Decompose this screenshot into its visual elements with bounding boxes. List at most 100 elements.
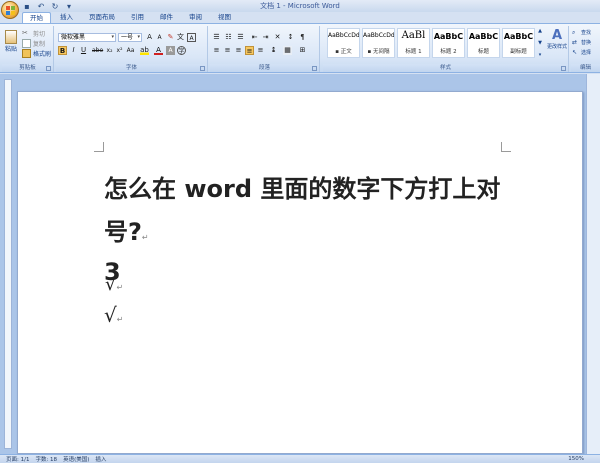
font-size-value: 一号 xyxy=(121,34,134,41)
style-subtitle[interactable]: AaBbC 副标题 xyxy=(502,28,535,58)
tab-review[interactable]: 审阅 xyxy=(182,12,209,23)
vertical-scrollbar[interactable] xyxy=(586,74,600,454)
copy-label: 复制 xyxy=(33,41,46,48)
decrease-indent-icon[interactable]: ⇤ xyxy=(250,33,259,42)
paragraph-launcher[interactable] xyxy=(312,66,317,71)
font-launcher[interactable] xyxy=(200,66,205,71)
doc-text: √ xyxy=(104,303,117,327)
undo-icon[interactable]: ↶ xyxy=(36,2,46,11)
styles-scroll[interactable]: ▲ ▼ ▾ xyxy=(536,28,544,58)
tab-mailings[interactable]: 邮件 xyxy=(153,12,180,23)
style-sample: AaBbC xyxy=(468,32,499,41)
tab-home[interactable]: 开始 xyxy=(22,12,51,23)
quick-access-toolbar: ▪ ↶ ↻ ▾ xyxy=(22,1,74,11)
tab-references[interactable]: 引用 xyxy=(124,12,151,23)
style-sample: AaBbCcDd xyxy=(363,32,394,39)
status-zoom[interactable]: 150% xyxy=(568,456,584,462)
find-label: 查找 xyxy=(581,30,592,36)
paragraph-mark-icon: ↵ xyxy=(116,315,124,324)
office-button[interactable] xyxy=(1,1,19,19)
shading-icon[interactable]: ▦ xyxy=(283,46,292,55)
style-sample: AaBl xyxy=(401,30,426,41)
numbering-icon[interactable]: ☷ xyxy=(224,33,233,42)
status-mode[interactable]: 插入 xyxy=(95,455,106,463)
font-size-select[interactable]: 一号 ▾ xyxy=(118,33,142,42)
clipboard-launcher[interactable] xyxy=(46,66,51,71)
subscript-icon[interactable]: x₂ xyxy=(105,46,114,55)
status-page[interactable]: 页面: 1/1 xyxy=(6,455,29,463)
document-page[interactable]: 怎么在 word 里面的数字下方打上对 号?↵ 3 √↵ √↵ xyxy=(17,91,583,454)
style-title[interactable]: AaBbC 标题 xyxy=(467,28,500,58)
doc-text: 怎么在 word 里面的数字下方打上对 xyxy=(104,175,501,203)
style-heading-2[interactable]: AaBbC 标题 2 xyxy=(432,28,465,58)
status-words[interactable]: 字数: 18 xyxy=(35,455,57,463)
highlight-icon[interactable]: ab xyxy=(140,46,149,55)
find-button[interactable]: ⌕ 查找 xyxy=(572,29,591,36)
increase-indent-icon[interactable]: ⇥ xyxy=(261,33,270,42)
find-icon: ⌕ xyxy=(572,29,576,36)
align-left-icon[interactable]: ≡ xyxy=(212,46,221,55)
bold-icon[interactable]: B xyxy=(58,46,67,55)
tab-insert[interactable]: 插入 xyxy=(53,12,80,23)
format-painter-button[interactable]: 格式刷 xyxy=(22,49,51,58)
paragraph-mark-icon: ↵ xyxy=(141,233,149,242)
chevron-down-icon: ▾ xyxy=(111,34,114,40)
style-caption: 标题 1 xyxy=(405,49,422,55)
chinese-layout-icon[interactable]: ✕ xyxy=(273,33,282,42)
font-name-select[interactable]: 微软雅黑 ▾ xyxy=(58,33,116,42)
paragraph-group-label: 段落 xyxy=(210,64,319,72)
status-language[interactable]: 英语(美国) xyxy=(63,455,89,463)
font-color-icon[interactable]: A xyxy=(154,46,163,55)
line-spacing-icon[interactable]: ↨ xyxy=(269,46,278,55)
align-center-icon[interactable]: ≡ xyxy=(223,46,232,55)
doc-check-below-3[interactable]: √↵ xyxy=(105,274,123,295)
shrink-font-icon[interactable]: A xyxy=(155,33,164,42)
bullets-icon[interactable]: ☰ xyxy=(212,33,221,42)
italic-icon[interactable]: I xyxy=(69,46,78,55)
doc-line-2[interactable]: 号?↵ xyxy=(104,212,149,247)
change-case-icon[interactable]: Aa xyxy=(126,46,135,55)
style-heading-1[interactable]: AaBl 标题 1 xyxy=(397,28,430,58)
multilevel-list-icon[interactable]: ☰ xyxy=(236,33,245,42)
cut-label: 剪切 xyxy=(33,31,46,38)
character-border-icon[interactable]: A xyxy=(187,33,196,42)
doc-check-line[interactable]: √↵ xyxy=(104,303,123,327)
grow-font-icon[interactable]: A xyxy=(145,33,154,42)
enclose-characters-icon[interactable]: 字 xyxy=(177,46,186,55)
superscript-icon[interactable]: x² xyxy=(115,46,124,55)
sort-icon[interactable]: ↕ xyxy=(286,33,295,42)
paragraph-group: ☰ ☷ ☰ ⇤ ⇥ ✕ ↕ ¶ ≡ ≡ ≡ ≡ ≡ ↨ ▦ ⊞ 段落 xyxy=(210,26,320,72)
change-styles-button[interactable]: A 更改样式 xyxy=(545,28,569,50)
cut-button[interactable]: ✂ 剪切 xyxy=(22,29,45,38)
more-icon: ▾ xyxy=(538,52,542,58)
vertical-ruler[interactable] xyxy=(4,79,12,449)
align-right-icon[interactable]: ≡ xyxy=(234,46,243,55)
justify-icon[interactable]: ≡ xyxy=(245,46,254,55)
styles-launcher[interactable] xyxy=(561,66,566,71)
style-caption: 标题 2 xyxy=(440,49,457,55)
character-shading-icon[interactable]: A xyxy=(166,46,175,55)
copy-button[interactable]: 复制 xyxy=(22,39,45,48)
show-marks-icon[interactable]: ¶ xyxy=(298,33,307,42)
doc-line-1[interactable]: 怎么在 word 里面的数字下方打上对 xyxy=(104,169,500,204)
style-normal[interactable]: AaBbCcDd ▪ 正文 xyxy=(327,28,360,58)
redo-icon[interactable]: ↻ xyxy=(50,2,60,11)
tab-page-layout[interactable]: 页面布局 xyxy=(82,12,122,23)
strikethrough-icon[interactable]: abe xyxy=(92,46,103,55)
select-button[interactable]: ↖ 选择 xyxy=(572,49,591,56)
style-sample: AaBbC xyxy=(503,32,534,41)
replace-button[interactable]: ⇄ 替换 xyxy=(572,39,591,46)
style-no-spacing[interactable]: AaBbCcDd ▪ 无间隔 xyxy=(362,28,395,58)
paste-button[interactable]: 粘贴 xyxy=(4,30,18,53)
underline-icon[interactable]: U xyxy=(79,46,88,55)
save-icon[interactable]: ▪ xyxy=(22,2,32,11)
tab-view[interactable]: 视图 xyxy=(211,12,238,23)
distributed-icon[interactable]: ≡ xyxy=(256,46,265,55)
font-group: 微软雅黑 ▾ 一号 ▾ A A ✎ 文 A B I U abe x₂ x² Aa a… xyxy=(56,26,208,72)
borders-icon[interactable]: ⊞ xyxy=(298,46,307,55)
customize-qat-icon[interactable]: ▾ xyxy=(64,2,74,11)
clear-format-icon[interactable]: ✎ xyxy=(166,33,175,42)
styles-group-label: 样式 xyxy=(323,64,568,72)
crop-mark xyxy=(501,142,511,152)
phonetic-guide-icon[interactable]: 文 xyxy=(176,33,185,42)
